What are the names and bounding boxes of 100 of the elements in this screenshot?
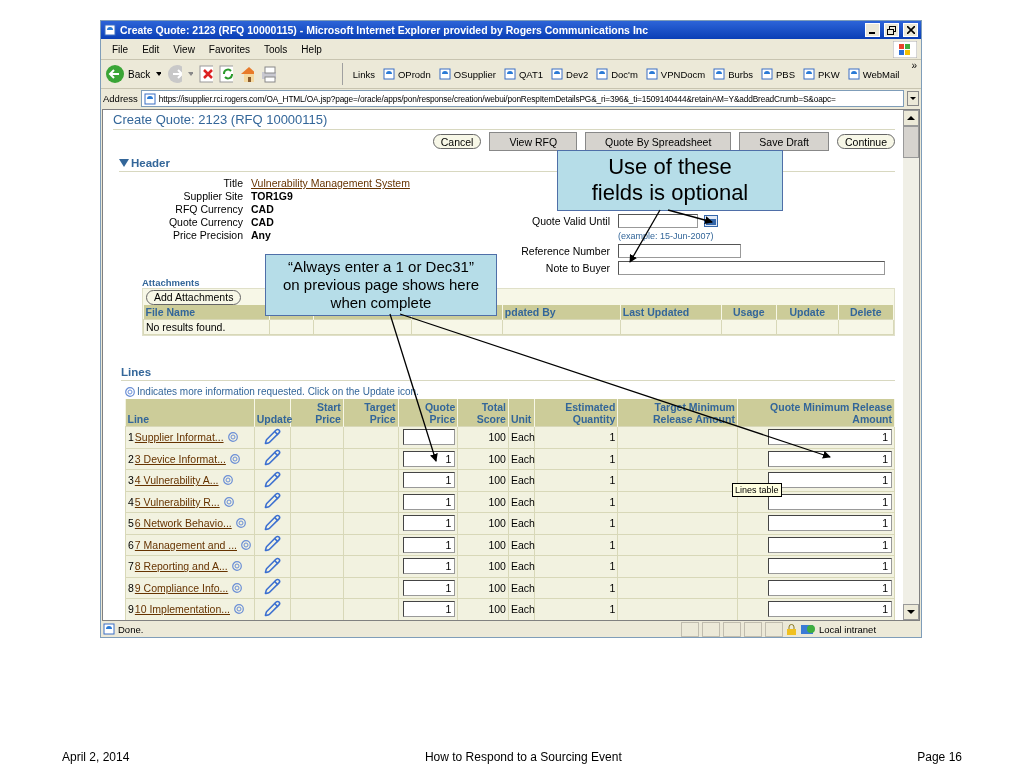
price-field[interactable] [403,429,456,446]
menu-item[interactable]: File [105,43,136,55]
more-links-chevron[interactable]: » [911,60,917,71]
amount-field[interactable]: 1 [768,450,892,467]
back-button[interactable]: Back [105,64,151,84]
pencil-icon[interactable] [263,599,281,617]
line-link[interactable]: 4 Vulnerability A... [134,474,219,487]
info-icon [222,475,233,486]
amount-field[interactable]: 1 [768,536,892,553]
column-header: Line [125,399,255,427]
column-header: pdated By [502,305,621,320]
favorite-link[interactable]: OProdn [380,68,431,80]
line-link[interactable]: Supplier Informat... [134,431,224,444]
address-field[interactable]: https://isupplier.rci.rogers.com/OA_HTML/OA.jsp?page=/oracle/apps/pon/response/creation/webui/ponRespItemDetailsPG&_ri=396&_ti=1509140444&retainAM=Y&addBreadCrumb=S&oapc= [140,90,904,107]
price-field[interactable]: 1 [403,601,456,618]
field-label: Reference Number [520,244,610,258]
column-header: Estimated Quantity [534,399,618,427]
line-link[interactable]: 8 Reporting and A... [134,560,228,573]
section-title: Header [131,157,170,169]
amount-field[interactable]: 1 [768,579,892,596]
menu-item[interactable]: View [166,43,202,55]
action-button[interactable]: Continue [836,134,895,149]
minimize-button[interactable] [865,23,880,37]
line-link[interactable]: 6 Network Behavio... [134,517,232,530]
text-field[interactable] [618,244,741,258]
column-header: Quote Price [398,399,458,427]
refresh-icon[interactable] [219,65,233,83]
line-link[interactable]: 3 Device Informat... [134,452,226,465]
favorite-link[interactable]: Doc'm [594,68,638,80]
page-icon [713,68,726,80]
price-field[interactable]: 1 [403,579,456,596]
table-cell: 1 [534,469,618,491]
pencil-icon[interactable] [263,535,281,553]
info-icon [234,604,244,615]
date-field[interactable] [618,214,698,228]
text-field[interactable] [618,261,885,275]
pencil-icon[interactable] [263,513,281,531]
price-field[interactable]: 1 [403,536,456,553]
favorite-link[interactable]: VPNDocm [643,68,706,80]
close-icon [906,26,915,34]
amount-field[interactable]: 1 [768,493,892,510]
info-icon [231,561,242,572]
line-link[interactable]: 9 Compliance Info... [134,581,229,594]
price-field[interactable]: 1 [403,558,456,575]
info-icon [223,496,234,507]
menu-item[interactable]: Tools [257,43,295,55]
table-cell: 100 [457,555,509,577]
price-field[interactable]: 1 [403,472,456,489]
line-link[interactable]: 5 Vulnerability R... [134,495,220,508]
line-link[interactable]: 7 Management and ... [134,538,237,551]
favorite-link[interactable]: PBS [759,68,796,80]
action-button[interactable]: Cancel [432,134,482,149]
caret-icon[interactable] [156,72,161,76]
restore-button[interactable] [884,23,899,37]
pencil-icon[interactable] [263,578,281,596]
info-icon [125,386,135,397]
favorite-link[interactable]: PKW [801,68,840,80]
scroll-thumb[interactable] [903,126,919,158]
price-field[interactable]: 1 [403,450,456,467]
stop-icon[interactable] [199,65,213,83]
line-link[interactable]: 10 Implementation... [134,603,230,616]
page-icon [143,92,156,105]
add-attachments-button[interactable]: Add Attachments [146,289,242,305]
scroll-down-icon[interactable] [903,604,919,620]
favorite-link[interactable]: QAT1 [501,68,544,80]
menu-item[interactable]: Edit [135,43,167,55]
close-button[interactable] [903,23,918,37]
price-field[interactable]: 1 [403,493,456,510]
line-number: 9 [128,603,134,616]
page-icon [438,68,451,80]
vertical-scrollbar[interactable] [903,110,919,620]
favorite-link[interactable]: WebMail [845,68,900,80]
pencil-icon[interactable] [263,556,281,574]
field-label: Note to Buyer [544,261,610,275]
favorite-link[interactable]: Burbs [711,68,753,80]
pencil-icon[interactable] [263,449,281,467]
disclosure-triangle-icon[interactable] [119,158,129,168]
amount-field[interactable]: 1 [768,601,892,618]
menu-item[interactable]: Favorites [201,43,257,55]
amount-field[interactable]: 1 [768,558,892,575]
action-button[interactable]: View RFQ [489,132,578,151]
favorite-link[interactable]: Dev2 [549,68,589,80]
field-link[interactable]: Vulnerability Management System [251,177,410,190]
amount-field[interactable]: 1 [768,429,892,446]
amount-field[interactable]: 1 [768,515,892,532]
scroll-up-icon[interactable] [903,110,919,126]
favorite-link[interactable]: OSupplier [436,68,496,80]
status-pane [723,621,741,637]
pencil-icon[interactable] [263,470,281,488]
menu-item[interactable]: Help [294,43,329,55]
windows-logo-icon [893,40,917,58]
action-button[interactable]: Save Draft [739,132,829,151]
table-cell: 100 [457,577,509,599]
price-field[interactable]: 1 [403,515,456,532]
dropdown-icon[interactable] [907,91,919,106]
field-value: CAD [251,203,274,216]
pencil-icon[interactable] [263,492,281,510]
calendar-icon[interactable] [704,215,718,227]
table-cell: 1 [534,491,618,513]
pencil-icon[interactable] [263,427,281,445]
